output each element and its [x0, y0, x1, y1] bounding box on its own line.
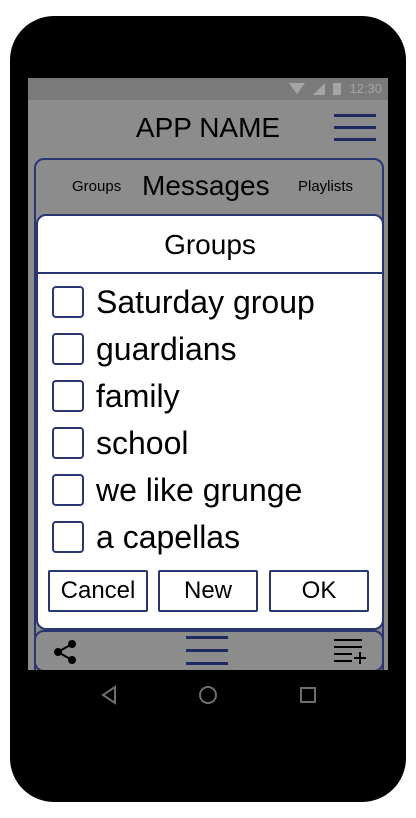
checkbox[interactable]	[52, 521, 84, 553]
option-label: a capellas	[96, 518, 241, 555]
status-bar: 12:30	[28, 78, 388, 100]
tab-playlists[interactable]: Playlists	[298, 178, 353, 195]
new-group-button[interactable]: New	[158, 570, 258, 612]
option-label: family	[96, 377, 180, 414]
wifi-icon	[289, 83, 306, 94]
home-icon[interactable]	[197, 684, 219, 706]
status-time: 12:30	[349, 81, 382, 96]
screen: 12:30 APP NAME Groups Messages Playlists	[28, 78, 388, 670]
status-icons: 12:30	[289, 81, 382, 96]
groups-dialog: Groups Saturday group guardians family s…	[36, 214, 384, 630]
recents-icon[interactable]	[297, 684, 319, 706]
checkbox[interactable]	[52, 427, 84, 459]
playlist-add-icon[interactable]	[332, 636, 368, 666]
group-option[interactable]: a capellas	[52, 517, 240, 557]
cancel-button[interactable]: Cancel	[48, 570, 148, 612]
group-option[interactable]: guardians	[52, 329, 237, 369]
checkbox[interactable]	[52, 474, 84, 506]
app-bar: APP NAME	[28, 100, 388, 156]
tab-messages[interactable]: Messages	[142, 170, 270, 202]
dialog-title: Groups	[38, 216, 382, 274]
group-option[interactable]: we like grunge	[52, 470, 302, 510]
signal-icon	[313, 82, 326, 95]
option-label: Saturday group	[96, 283, 315, 320]
ok-button[interactable]: OK	[269, 570, 369, 612]
group-option[interactable]: school	[52, 423, 189, 463]
option-label: school	[96, 424, 189, 461]
share-icon[interactable]	[50, 638, 80, 666]
group-option[interactable]: Saturday group	[52, 282, 315, 322]
checkbox[interactable]	[52, 286, 84, 318]
hamburger-menu-icon[interactable]	[334, 114, 376, 144]
checkbox[interactable]	[52, 380, 84, 412]
option-label: we like grunge	[96, 471, 303, 508]
bottom-bar	[34, 630, 384, 670]
tab-groups[interactable]: Groups	[72, 178, 121, 195]
group-option[interactable]: family	[52, 376, 180, 416]
checkbox[interactable]	[52, 333, 84, 365]
android-nav-bar	[28, 670, 388, 720]
battery-icon	[333, 82, 342, 95]
option-label: guardians	[96, 330, 237, 367]
menu-icon[interactable]	[186, 636, 228, 666]
back-icon[interactable]	[98, 684, 120, 706]
